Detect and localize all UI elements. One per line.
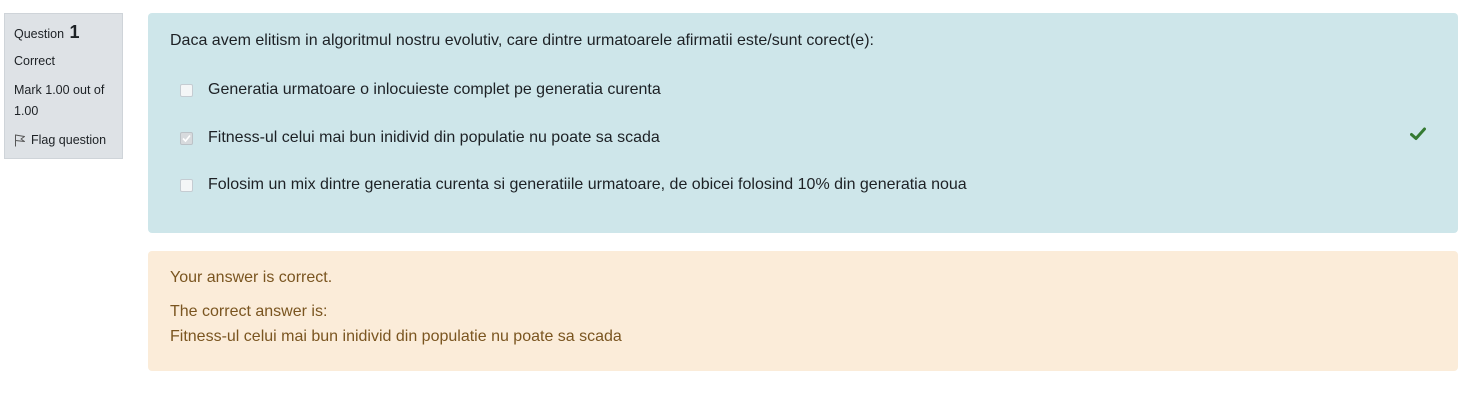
- question-text: Daca avem elitism in algoritmul nostru e…: [170, 32, 874, 49]
- answer-checkbox[interactable]: [180, 178, 193, 192]
- right-answer: Fitness-ul celui mai bun inidivid din po…: [170, 328, 622, 345]
- answer-label: Fitness-ul celui mai bun inidivid din po…: [208, 129, 660, 146]
- question-state: Correct: [14, 54, 55, 68]
- answer-option[interactable]: Folosim un mix dintre generatia curenta …: [180, 174, 967, 196]
- question-number: 1: [69, 22, 80, 42]
- answer-option[interactable]: Generatia urmatoare o inlocuieste comple…: [180, 79, 661, 101]
- check-icon: [1410, 127, 1426, 146]
- question-info: Question 1 Correct Mark 1.00 out of 1.00…: [4, 13, 123, 159]
- answer-checkbox[interactable]: [180, 83, 193, 97]
- feedback-box: Your answer is correct. The correct answ…: [148, 251, 1458, 371]
- answer-option[interactable]: Fitness-ul celui mai bun inidivid din po…: [180, 127, 660, 149]
- right-answer-label: The correct answer is:: [170, 303, 328, 320]
- answer-label: Generatia urmatoare o inlocuieste comple…: [208, 81, 661, 98]
- checkbox-check-icon: [182, 134, 191, 142]
- question-formulation: Daca avem elitism in algoritmul nostru e…: [148, 13, 1458, 233]
- question-number-line: Question 1: [14, 22, 113, 44]
- question-label: Question: [14, 27, 65, 41]
- question-grade: Mark 1.00 out of 1.00: [14, 83, 105, 118]
- general-feedback: Your answer is correct.: [170, 269, 333, 286]
- flag-icon: [15, 134, 25, 146]
- flag-question-label: Flag question: [31, 133, 107, 147]
- answer-checkbox[interactable]: [180, 131, 193, 145]
- answer-label: Folosim un mix dintre generatia curenta …: [208, 176, 967, 193]
- flag-question-link[interactable]: Flag question: [14, 130, 113, 150]
